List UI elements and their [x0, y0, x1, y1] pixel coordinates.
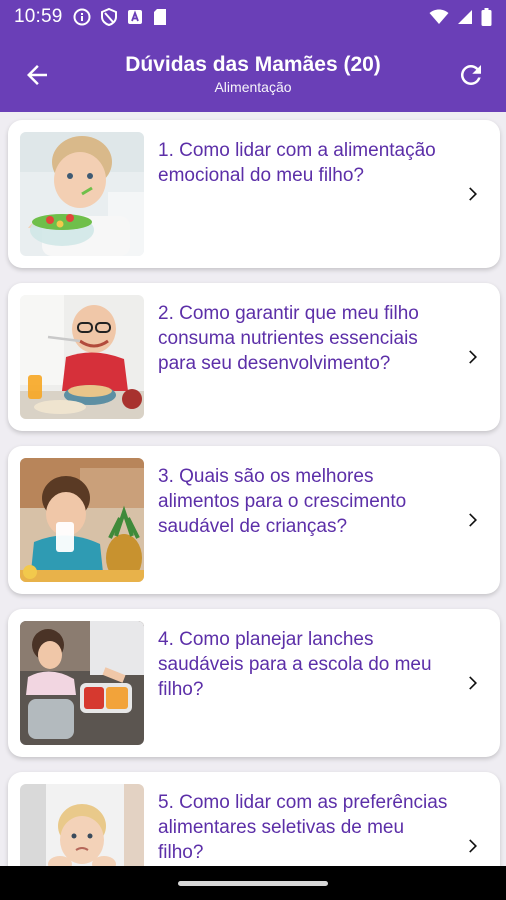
chevron-right-icon [469, 676, 477, 690]
arrow-back-icon [27, 65, 47, 85]
question-card-5[interactable]: 5. Como lidar com as preferências alimen… [8, 772, 500, 866]
title-block: Dúvidas das Mamães (20) Alimentação [90, 52, 416, 96]
home-gesture-handle[interactable] [178, 881, 328, 886]
wifi-icon [429, 9, 449, 25]
battery-icon [481, 8, 492, 26]
status-left: 10:59 [14, 6, 167, 28]
status-right [429, 8, 492, 26]
child-eating-salad-image [20, 132, 144, 256]
girl-drinking-milk-pineapple-image [20, 458, 144, 582]
signal-icon [457, 9, 473, 25]
lunchbox-preparation-image [20, 621, 144, 745]
question-text: 4. Como planejar lanches saudáveis para … [158, 629, 432, 700]
app-bar: Dúvidas das Mamães (20) Alimentação [0, 34, 506, 112]
shield-icon [100, 8, 117, 26]
chevron-right-icon [469, 839, 477, 853]
navigation-bar [0, 866, 506, 900]
refresh-button[interactable] [456, 60, 486, 90]
question-text: 3. Quais são os melhores alimentos para … [158, 466, 407, 537]
chevron-right-icon [469, 513, 477, 527]
boy-with-glasses-eating-image [20, 295, 144, 419]
font-icon [127, 9, 143, 25]
sd-card-icon [153, 8, 167, 26]
question-text: 2. Como garantir que meu filho consuma n… [158, 303, 419, 374]
question-text: 5. Como lidar com as preferências alimen… [158, 792, 448, 863]
question-card-2[interactable]: 2. Como garantir que meu filho consuma n… [8, 283, 500, 431]
info-icon [73, 8, 91, 26]
question-card-1[interactable]: 1. Como lidar com a alimentação emociona… [8, 120, 500, 268]
status-bar: 10:59 [0, 0, 506, 34]
page-subtitle: Alimentação [214, 79, 292, 95]
picky-eater-boy-image [20, 784, 144, 866]
chevron-right-icon [469, 350, 477, 364]
status-time: 10:59 [14, 6, 63, 27]
refresh-icon [460, 64, 481, 85]
back-button[interactable] [22, 60, 52, 90]
chevron-right-icon [469, 187, 477, 201]
question-list[interactable]: 1. Como lidar com a alimentação emociona… [0, 112, 506, 866]
question-card-3[interactable]: 3. Quais são os melhores alimentos para … [8, 446, 500, 594]
question-card-4[interactable]: 4. Como planejar lanches saudáveis para … [8, 609, 500, 757]
page-title: Dúvidas das Mamães (20) [125, 53, 381, 76]
question-text: 1. Como lidar com a alimentação emociona… [158, 140, 436, 186]
